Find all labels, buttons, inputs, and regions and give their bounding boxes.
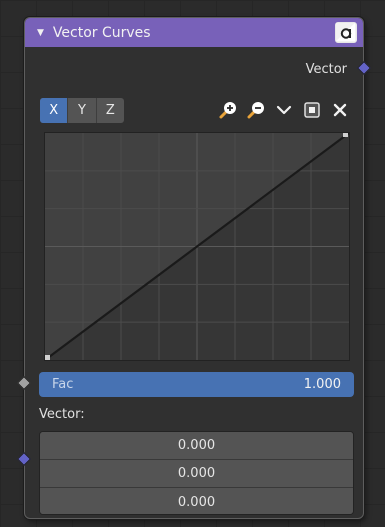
- reset-x-icon[interactable]: [329, 99, 351, 121]
- zoom-in-icon[interactable]: [217, 99, 239, 121]
- curve-editor[interactable]: [44, 132, 350, 361]
- curve-graph[interactable]: [44, 132, 350, 361]
- fac-label: Fac: [52, 377, 74, 392]
- clipping-toggle-icon[interactable]: [301, 99, 323, 121]
- chevron-down-icon[interactable]: [273, 99, 295, 121]
- node-title: Vector Curves: [52, 24, 151, 41]
- vector-z-field[interactable]: 0.000: [40, 488, 353, 514]
- curve-start-point[interactable]: [45, 355, 50, 360]
- channel-tabs: X Y Z: [40, 98, 124, 123]
- vector-input-fields: 0.000 0.000 0.000: [39, 431, 354, 515]
- node-header[interactable]: ▼ Vector Curves: [25, 18, 363, 47]
- output-vector-label: Vector: [305, 62, 347, 77]
- collapse-arrow-icon[interactable]: ▼: [37, 28, 44, 38]
- curve-toolbar: [217, 99, 351, 121]
- curve-end-point[interactable]: [343, 132, 348, 137]
- vector-input-label: Vector:: [39, 407, 85, 422]
- zoom-out-icon[interactable]: [245, 99, 267, 121]
- fac-value: 1.000: [303, 377, 341, 392]
- vector-y-field[interactable]: 0.000: [40, 460, 353, 488]
- vector-curves-node[interactable]: ▼ Vector Curves Vector X Y Z Fac 1.000 V…: [24, 17, 364, 519]
- tab-y[interactable]: Y: [68, 98, 97, 123]
- vector-x-field[interactable]: 0.000: [40, 432, 353, 460]
- tab-x[interactable]: X: [40, 98, 69, 123]
- tab-z[interactable]: Z: [97, 98, 124, 123]
- node-preview-toggle-icon[interactable]: [335, 22, 357, 43]
- fac-slider[interactable]: Fac 1.000: [39, 372, 354, 397]
